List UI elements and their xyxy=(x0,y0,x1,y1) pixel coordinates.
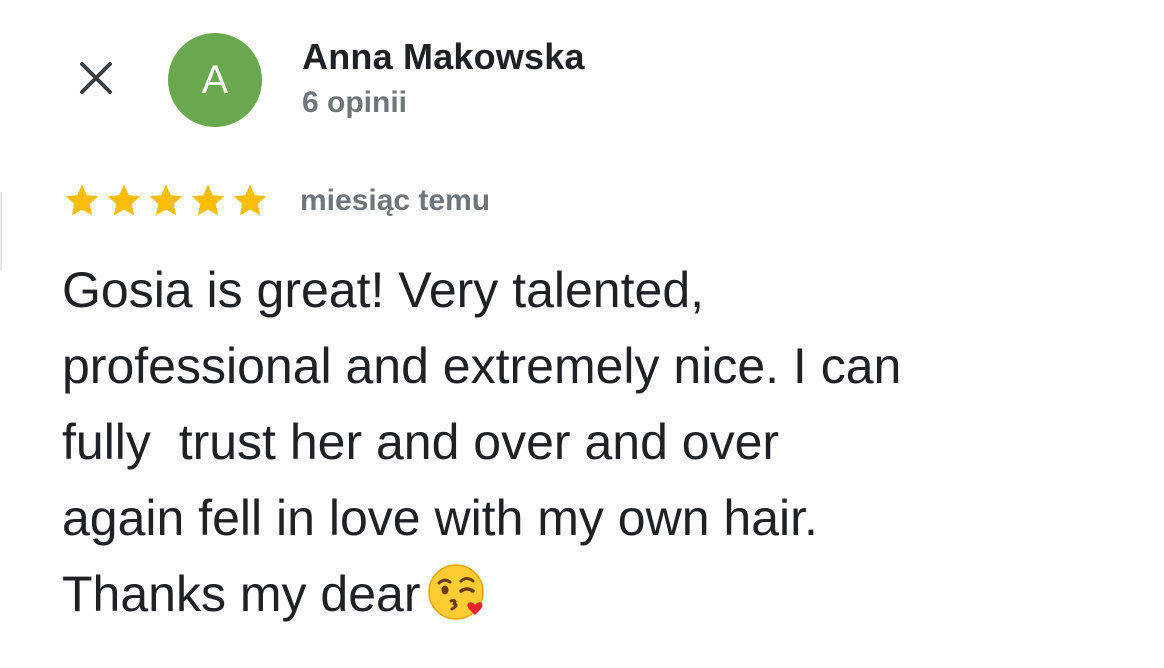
review-line: Thanks my dear xyxy=(62,566,421,622)
star-icon xyxy=(104,181,144,221)
review-line: Gosia is great! Very talented, xyxy=(62,262,705,318)
close-icon xyxy=(76,58,116,98)
review-date: miesiąc temu xyxy=(300,184,491,217)
face-blowing-a-kiss-emoji xyxy=(426,561,488,623)
review-line: fully trust her and over and over xyxy=(62,414,780,470)
review-header: A Anna Makowska 6 opinii xyxy=(68,30,1128,130)
close-button[interactable] xyxy=(68,50,124,106)
left-edge-divider xyxy=(0,192,2,270)
review-line: again fell in love with my own hair. xyxy=(62,490,818,546)
avatar[interactable]: A xyxy=(168,33,262,127)
review-line: professional and extremely nice. I can xyxy=(62,338,902,394)
review-text: Gosia is great! Very talented, professio… xyxy=(62,252,1142,632)
star-icon xyxy=(62,181,102,221)
star-icon xyxy=(230,181,270,221)
star-icon xyxy=(188,181,228,221)
avatar-letter: A xyxy=(201,57,229,102)
rating-row: miesiąc temu xyxy=(62,180,490,222)
star-rating xyxy=(62,181,272,221)
review-count[interactable]: 6 opinii xyxy=(302,86,407,120)
reviewer-name[interactable]: Anna Makowska xyxy=(302,36,585,78)
star-icon xyxy=(146,181,186,221)
